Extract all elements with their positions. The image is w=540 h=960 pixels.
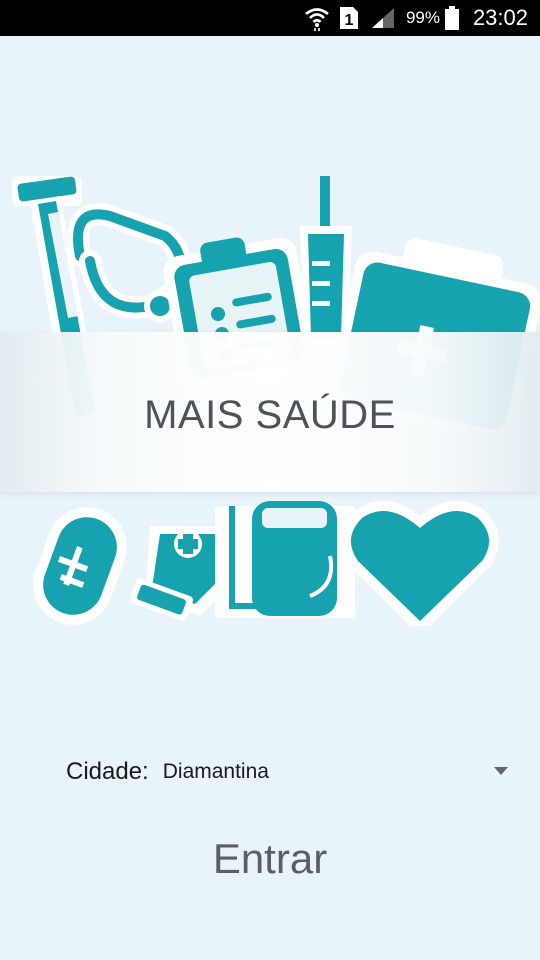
app-screen: MAIS SAÚDE Cidade: Diamantina Entrar [0,36,540,960]
signal-icon [370,0,396,36]
enter-button-label: Entrar [212,835,328,882]
medicine-bottle-icon [130,526,230,621]
battery-percent: 99% [405,8,440,27]
dropdown-arrow-icon [494,767,508,775]
city-dropdown[interactable]: Diamantina [163,752,516,792]
battery-icon [444,0,460,36]
sim-slot-number: 1 [345,12,354,29]
iv-bag-icon [215,501,355,618]
enter-button[interactable]: Entrar [170,826,370,892]
status-bar: 1 99% 23:02 [0,0,540,36]
city-label: Cidade: [66,758,149,785]
clock: 23:02 [472,5,528,30]
title-banner: MAIS SAÚDE [0,332,540,492]
wifi-icon [304,0,330,36]
app-title: MAIS SAÚDE [144,392,396,437]
city-selector-row: Cidade: Diamantina [66,752,516,792]
sim-icon: 1 [338,0,360,36]
thermometer-icon [33,507,127,625]
city-selected-value: Diamantina [162,760,269,783]
heart-icon [341,500,499,626]
